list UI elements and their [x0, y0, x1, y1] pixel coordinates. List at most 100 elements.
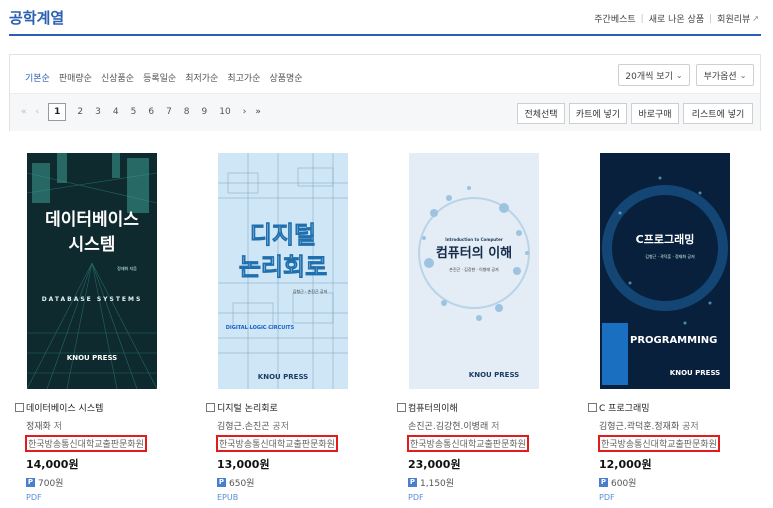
select-all-button[interactable]: 전체선택 [517, 103, 565, 124]
points-value: 700원 [38, 479, 64, 489]
first-page-icon[interactable]: « [21, 107, 27, 117]
format-label: EPUB [217, 493, 239, 502]
format-label: PDF [408, 493, 424, 502]
author-name[interactable]: 김형근.손진곤 [217, 422, 270, 432]
page-title: 공학계열 [9, 9, 65, 27]
book-cover[interactable]: Introduction to Computer 컴퓨터의 이해 손진곤 · 김… [409, 153, 539, 389]
cover-subtitle: DATABASE SYSTEMS [42, 296, 143, 303]
prev-page-icon[interactable]: ‹ [36, 107, 40, 117]
sort-newest[interactable]: 신상품순 [101, 71, 134, 84]
author-name[interactable]: 정재화 [26, 422, 51, 432]
cover-title: 컴퓨터의 이해 [436, 245, 512, 261]
publisher-logo: KNOU PRESS [258, 373, 308, 381]
next-page-icon[interactable]: › [243, 107, 247, 117]
buy-now-button[interactable]: 바로구매 [631, 103, 679, 124]
product-info: C 프로그래밍 김형근.곽덕훈.정재화 공저 한국방송통신대학교출판문화원 12… [588, 401, 753, 502]
page-9[interactable]: 9 [202, 107, 208, 117]
publisher-logo: KNOU PRESS [670, 369, 720, 377]
points-icon: P [599, 478, 608, 487]
per-page-label: 20개씩 보기 [625, 71, 673, 82]
cover-title: 디지털 [250, 221, 316, 249]
author-role: 공저 [272, 422, 289, 432]
list-control-panel: 기본순 판매량순 신상품순 등록일순 최저가순 최고가순 상품명순 20개씩 보… [9, 54, 761, 131]
book-cover[interactable]: C프로그래밍 김형근 · 곽덕훈 · 정재화 공저 PROGRAMMING KN… [600, 153, 730, 389]
price: 23,000원 [408, 458, 461, 471]
price: 13,000원 [217, 458, 270, 471]
cover-author: 김형근 · 곽덕훈 · 정재화 공저 [645, 253, 695, 259]
chevron-down-icon: ⌄ [739, 70, 747, 80]
page-6[interactable]: 6 [148, 107, 154, 117]
book-title[interactable]: 컴퓨터의이해 [408, 401, 458, 414]
points-icon: P [408, 478, 417, 487]
checkbox-icon[interactable] [397, 403, 406, 412]
book-title[interactable]: C 프로그래밍 [599, 401, 650, 414]
pager-toolbar: « ‹ 1 2 3 4 5 6 7 8 9 10 › » 전체선택 카트에 넣기… [10, 93, 760, 131]
separator: | [640, 13, 644, 24]
cover-subtitle: PROGRAMMING [630, 335, 717, 346]
book-title[interactable]: 디지털 논리회로 [217, 401, 278, 414]
cover-author: 김형근 · 손진곤 공저 [293, 288, 328, 294]
extra-options-select[interactable]: 부가옵션 ⌄ [696, 64, 754, 86]
sort-tabs: 기본순 판매량순 신상품순 등록일순 최저가순 최고가순 상품명순 [25, 71, 312, 84]
checkbox-icon[interactable] [15, 403, 24, 412]
sort-highest-price[interactable]: 최고가순 [227, 71, 260, 84]
page-3[interactable]: 3 [95, 107, 101, 117]
pagination: « ‹ 1 2 3 4 5 6 7 8 9 10 › » [21, 103, 270, 121]
member-reviews-link[interactable]: 회원리뷰 [717, 12, 750, 25]
author-name[interactable]: 손진곤.김강현.이병래 [408, 422, 488, 432]
cover-title-2: 시스템 [69, 235, 116, 255]
external-link-icon: ↗ [752, 14, 759, 23]
title-divider [9, 34, 761, 36]
chevron-down-icon: ⌄ [675, 70, 683, 80]
price: 12,000원 [599, 458, 652, 471]
sort-default[interactable]: 기본순 [25, 71, 50, 84]
book-title[interactable]: 데이터베이스 시스템 [26, 401, 103, 414]
publisher-name[interactable]: 한국방송통신대학교출판문화원 [25, 435, 147, 452]
add-to-list-button[interactable]: 리스트에 넣기 [683, 103, 753, 124]
product-info: 컴퓨터의이해 손진곤.김강현.이병래 저 한국방송통신대학교출판문화원 23,0… [397, 401, 562, 502]
cover-author: 손진곤 · 김강현 · 이병래 공저 [449, 266, 499, 272]
author-role: 저 [491, 422, 500, 432]
page-8[interactable]: 8 [184, 107, 190, 117]
product-info: 디지털 논리회로 김형근.손진곤 공저 한국방송통신대학교출판문화원 13,00… [206, 401, 371, 502]
book-cover[interactable]: 데이터베이스 시스템 정재화 지음 DATABASE SYSTEMS KNOU … [27, 153, 157, 389]
add-to-cart-button[interactable]: 카트에 넣기 [569, 103, 627, 124]
checkbox-icon[interactable] [588, 403, 597, 412]
author-name[interactable]: 김형근.곽덕훈.정재화 [599, 422, 679, 432]
per-page-select[interactable]: 20개씩 보기 ⌄ [618, 64, 690, 86]
author-role: 저 [53, 422, 62, 432]
points-icon: P [217, 478, 226, 487]
sort-registered[interactable]: 등록일순 [143, 71, 176, 84]
separator: | [709, 13, 713, 24]
page-2[interactable]: 2 [77, 107, 83, 117]
sort-name[interactable]: 상품명순 [269, 71, 302, 84]
cover-subtitle: DIGITAL LOGIC CIRCUITS [226, 325, 295, 331]
cover-subtitle: Introduction to Computer [445, 237, 503, 242]
cover-title-2: 논리회로 [239, 253, 327, 281]
book-cover[interactable]: 디지털 논리회로 김형근 · 손진곤 공저 DIGITAL LOGIC CIRC… [218, 153, 348, 389]
page-10[interactable]: 10 [219, 107, 230, 117]
author-role: 공저 [682, 422, 699, 432]
cover-title: C프로그래밍 [636, 232, 695, 246]
cover-title: 데이터베이스 [45, 210, 139, 230]
sort-lowest-price[interactable]: 최저가순 [185, 71, 218, 84]
page-1[interactable]: 1 [48, 103, 67, 121]
publisher-name[interactable]: 한국방송통신대학교출판문화원 [216, 435, 338, 452]
page-7[interactable]: 7 [166, 107, 172, 117]
sort-sales[interactable]: 판매량순 [59, 71, 92, 84]
publisher-logo: KNOU PRESS [67, 354, 117, 362]
points-value: 650원 [229, 479, 255, 489]
page-5[interactable]: 5 [131, 107, 137, 117]
points-value: 600원 [611, 479, 637, 489]
publisher-name[interactable]: 한국방송통신대학교출판문화원 [598, 435, 720, 452]
format-label: PDF [26, 493, 42, 502]
points-value: 1,150원 [420, 479, 455, 489]
weekly-best-link[interactable]: 주간베스트 [594, 12, 635, 25]
last-page-icon[interactable]: » [255, 107, 261, 117]
publisher-name[interactable]: 한국방송통신대학교출판문화원 [407, 435, 529, 452]
new-products-link[interactable]: 새로 나온 상품 [649, 12, 704, 25]
points-icon: P [26, 478, 35, 487]
page-4[interactable]: 4 [113, 107, 119, 117]
product-info: 데이터베이스 시스템 정재화 저 한국방송통신대학교출판문화원 14,000원 … [15, 401, 180, 502]
checkbox-icon[interactable] [206, 403, 215, 412]
